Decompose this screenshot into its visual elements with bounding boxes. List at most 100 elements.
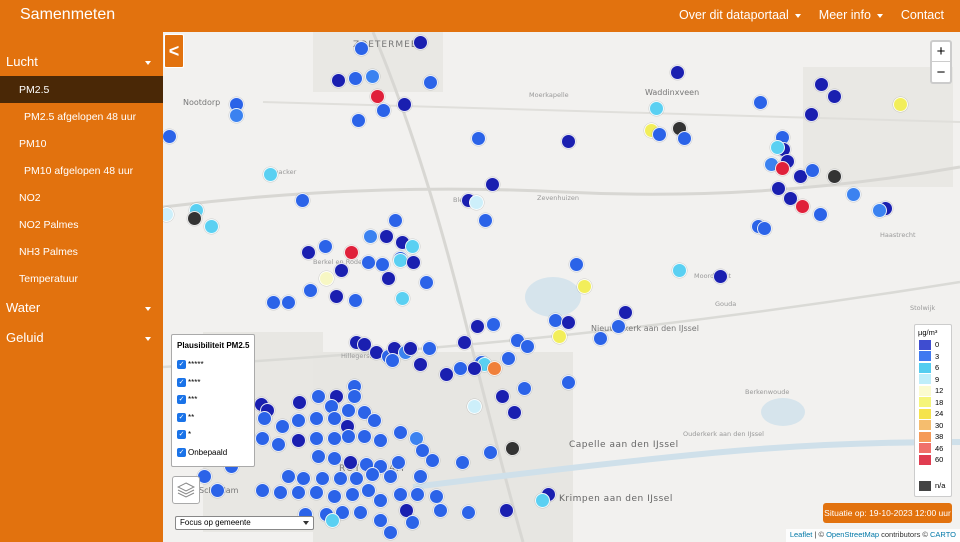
sensor-marker[interactable] — [406, 255, 421, 270]
sensor-marker[interactable] — [813, 207, 828, 222]
sensor-marker[interactable] — [495, 389, 510, 404]
sensor-marker[interactable] — [365, 467, 380, 482]
sensor-marker[interactable] — [341, 429, 356, 444]
sensor-marker[interactable] — [309, 485, 324, 500]
sensor-marker[interactable] — [331, 73, 346, 88]
sensor-marker[interactable] — [561, 315, 576, 330]
sensor-marker[interactable] — [311, 449, 326, 464]
sensor-marker[interactable] — [361, 255, 376, 270]
sensor-marker[interactable] — [295, 193, 310, 208]
sensor-marker[interactable] — [370, 89, 385, 104]
layers-button[interactable] — [172, 476, 200, 504]
sensor-marker[interactable] — [388, 213, 403, 228]
sensor-marker[interactable] — [395, 291, 410, 306]
sensor-marker[interactable] — [383, 469, 398, 484]
sensor-marker[interactable] — [795, 199, 810, 214]
sensor-marker[interactable] — [552, 329, 567, 344]
sidebar-item[interactable]: NO2 Palmes — [0, 211, 163, 238]
sensor-marker[interactable] — [419, 275, 434, 290]
sensor-marker[interactable] — [439, 367, 454, 382]
sensor-marker[interactable] — [405, 239, 420, 254]
sensor-marker[interactable] — [618, 305, 633, 320]
sensor-marker[interactable] — [827, 89, 842, 104]
sensor-marker[interactable] — [353, 505, 368, 520]
sensor-marker[interactable] — [422, 341, 437, 356]
checkbox-checked-icon[interactable]: ✓ — [177, 430, 186, 440]
sensor-marker[interactable] — [517, 381, 532, 396]
nav-over-dit-dataportaal[interactable]: Over dit dataportaal — [679, 8, 801, 22]
sensor-marker[interactable] — [561, 375, 576, 390]
sensor-marker[interactable] — [343, 455, 358, 470]
sensor-marker[interactable] — [413, 35, 428, 50]
plausibility-option[interactable]: ✓ **** — [177, 374, 250, 392]
sensor-marker[interactable] — [483, 445, 498, 460]
carto-link[interactable]: CARTO — [930, 530, 956, 539]
sensor-marker[interactable] — [204, 219, 219, 234]
sensor-marker[interactable] — [413, 469, 428, 484]
sensor-marker[interactable] — [485, 177, 500, 192]
sensor-marker[interactable] — [348, 293, 363, 308]
sensor-marker[interactable] — [348, 71, 363, 86]
sensor-marker[interactable] — [403, 341, 418, 356]
sidebar-section-1[interactable]: Water — [0, 292, 163, 322]
sensor-marker[interactable] — [505, 441, 520, 456]
sensor-marker[interactable] — [753, 95, 768, 110]
sensor-marker[interactable] — [318, 239, 333, 254]
sensor-marker[interactable] — [281, 295, 296, 310]
sensor-marker[interactable] — [846, 187, 861, 202]
sensor-marker[interactable] — [255, 483, 270, 498]
sidebar-item[interactable]: PM2.5 — [0, 76, 163, 103]
checkbox-checked-icon[interactable]: ✓ — [177, 412, 186, 422]
sensor-marker[interactable] — [827, 169, 842, 184]
sensor-marker[interactable] — [327, 451, 342, 466]
sensor-marker[interactable] — [413, 357, 428, 372]
sensor-marker[interactable] — [329, 289, 344, 304]
sensor-marker[interactable] — [391, 455, 406, 470]
sensor-marker[interactable] — [467, 361, 482, 376]
map-view[interactable]: ZOETERMEE Nootdorp Waddinxveen Moerkapelle P… — [163, 32, 960, 542]
sensor-marker[interactable] — [461, 505, 476, 520]
sensor-marker[interactable] — [281, 469, 296, 484]
sensor-marker[interactable] — [535, 493, 550, 508]
sensor-marker[interactable] — [210, 483, 225, 498]
sensor-marker[interactable] — [410, 487, 425, 502]
sensor-marker[interactable] — [319, 271, 334, 286]
sidebar-item[interactable]: PM2.5 afgelopen 48 uur — [0, 103, 163, 130]
sidebar-item[interactable]: Temperatuur — [0, 265, 163, 292]
sensor-marker[interactable] — [347, 389, 362, 404]
sensor-marker[interactable] — [333, 471, 348, 486]
sensor-marker[interactable] — [292, 395, 307, 410]
sensor-marker[interactable] — [471, 131, 486, 146]
sensor-marker[interactable] — [470, 319, 485, 334]
sensor-marker[interactable] — [365, 69, 380, 84]
sensor-marker[interactable] — [381, 271, 396, 286]
sensor-marker[interactable] — [255, 431, 270, 446]
sensor-marker[interactable] — [354, 41, 369, 56]
sensor-marker[interactable] — [649, 101, 664, 116]
sensor-marker[interactable] — [187, 211, 202, 226]
sensor-marker[interactable] — [291, 485, 306, 500]
sensor-marker[interactable] — [309, 431, 324, 446]
sensor-marker[interactable] — [455, 455, 470, 470]
sensor-marker[interactable] — [376, 103, 391, 118]
sensor-marker[interactable] — [266, 295, 281, 310]
sensor-marker[interactable] — [393, 487, 408, 502]
sensor-marker[interactable] — [344, 245, 359, 260]
sensor-marker[interactable] — [805, 163, 820, 178]
sensor-marker[interactable] — [775, 161, 790, 176]
sensor-marker[interactable] — [327, 431, 342, 446]
sensor-marker[interactable] — [423, 75, 438, 90]
sidebar-section-2[interactable]: Geluid — [0, 322, 163, 352]
plausibility-option[interactable]: ✓ * — [177, 426, 250, 444]
sensor-marker[interactable] — [487, 361, 502, 376]
sensor-marker[interactable] — [713, 269, 728, 284]
sensor-marker[interactable] — [405, 515, 420, 530]
sensor-marker[interactable] — [275, 419, 290, 434]
sensor-marker[interactable] — [229, 108, 244, 123]
sensor-marker[interactable] — [453, 361, 468, 376]
sensor-marker[interactable] — [379, 229, 394, 244]
sensor-marker[interactable] — [273, 485, 288, 500]
sensor-marker[interactable] — [334, 263, 349, 278]
sensor-marker[interactable] — [433, 503, 448, 518]
sensor-marker[interactable] — [499, 503, 514, 518]
